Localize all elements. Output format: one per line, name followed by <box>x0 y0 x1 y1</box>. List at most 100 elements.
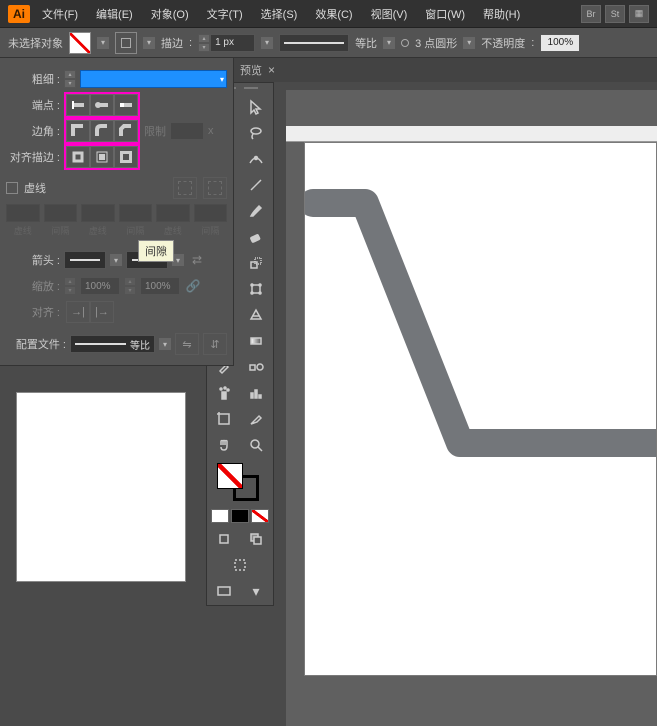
tool-scale[interactable] <box>241 251 271 275</box>
tool-blend[interactable] <box>241 355 271 379</box>
scale-label: 等比 <box>355 35 377 51</box>
fill-swatch[interactable] <box>69 32 91 54</box>
tool-perspective[interactable] <box>241 303 271 327</box>
menu-object[interactable]: 对象(O) <box>145 4 195 24</box>
arrange-docs-icon[interactable]: ▦ <box>629 5 649 23</box>
screen-mode-dd[interactable]: ▾ <box>241 579 271 603</box>
round-dd[interactable]: ▾ <box>463 37 475 49</box>
swap-arrows-icon[interactable]: ⇄ <box>188 251 206 269</box>
ruler-top <box>286 126 657 142</box>
profile-dd[interactable]: ▾ <box>159 338 171 350</box>
stroke-dropdown[interactable]: ▾ <box>143 37 155 49</box>
menu-type[interactable]: 文字(T) <box>201 4 249 24</box>
tool-gradient[interactable] <box>241 329 271 353</box>
weight-up[interactable]: ▴ <box>64 70 76 79</box>
link-scale-icon: 🔗 <box>184 277 202 295</box>
align-inside-icon[interactable] <box>90 146 114 168</box>
arrow-align-tip-icon: →| <box>66 301 90 323</box>
round-dot-icon <box>401 39 409 47</box>
tool-line[interactable] <box>241 173 271 197</box>
draw-inside-icon[interactable] <box>225 553 255 577</box>
dash-checkbox[interactable] <box>6 182 18 194</box>
weight-down[interactable]: ▾ <box>64 79 76 88</box>
menu-edit[interactable]: 编辑(E) <box>90 4 139 24</box>
tool-hand[interactable] <box>209 433 239 457</box>
arrow-align-end-icon: |→ <box>90 301 114 323</box>
arrow-scale-b: 100% <box>140 277 180 295</box>
flip-horiz-icon: ⇋ <box>175 333 199 355</box>
cap-round-icon[interactable] <box>90 94 114 116</box>
controlbar: 未选择对象 ▾ ▾ 描边: ▴▾ 1 px ▾ 等比 ▾ 3 点圆形 ▾ 不透明… <box>0 28 657 58</box>
selection-status: 未选择对象 <box>8 35 63 51</box>
weight-label: 粗细 : <box>6 71 60 87</box>
miter-limit-field <box>170 122 204 140</box>
arrow-start[interactable] <box>64 251 106 269</box>
document-tab[interactable]: 预览 × <box>234 58 657 82</box>
corner-bevel-icon[interactable] <box>114 120 138 142</box>
left-artboard-fragment <box>16 392 186 582</box>
miter-limit-label: 限制 <box>144 123 166 139</box>
scale-dd[interactable]: ▾ <box>383 37 395 49</box>
corner-group-highlighted <box>64 118 140 144</box>
tool-column-graph[interactable] <box>241 381 271 405</box>
cap-group-highlighted <box>64 92 140 118</box>
tool-lasso[interactable] <box>241 121 271 145</box>
tool-paintbrush[interactable] <box>241 199 271 223</box>
menu-window[interactable]: 窗口(W) <box>419 4 471 24</box>
tool-direct-selection[interactable] <box>241 95 271 119</box>
menu-file[interactable]: 文件(F) <box>36 4 84 24</box>
draw-normal-icon[interactable] <box>209 527 239 551</box>
corner-label: 边角 : <box>6 123 60 139</box>
opacity-value[interactable]: 100% <box>540 34 580 52</box>
tool-eraser[interactable] <box>241 225 271 249</box>
fill-dropdown[interactable]: ▾ <box>97 37 109 49</box>
fill-color-icon[interactable] <box>217 463 243 489</box>
stock-icon[interactable]: St <box>605 5 625 23</box>
cap-projecting-icon[interactable] <box>114 94 138 116</box>
stroke-weight-stepper[interactable]: ▴▾ 1 px <box>198 34 255 52</box>
brush-preview[interactable] <box>279 34 349 52</box>
screen-mode-icon[interactable] <box>209 579 239 603</box>
stroke-weight-dd[interactable]: ▾ <box>261 37 273 49</box>
tool-zoom[interactable] <box>241 433 271 457</box>
ai-logo: Ai <box>8 5 30 23</box>
cap-label: 端点 : <box>6 97 60 113</box>
color-mode-icon[interactable] <box>211 509 229 523</box>
tool-symbol-sprayer[interactable] <box>209 381 239 405</box>
artboard[interactable] <box>304 142 657 676</box>
round-label: 3 点圆形 <box>415 35 457 51</box>
menu-select[interactable]: 选择(S) <box>255 4 304 24</box>
tab-title: 预览 <box>240 62 262 78</box>
menu-view[interactable]: 视图(V) <box>365 4 414 24</box>
tool-slice[interactable] <box>241 407 271 431</box>
profile-field[interactable]: 等比 <box>70 335 155 353</box>
arrow-start-dd[interactable]: ▾ <box>110 254 122 266</box>
dash-align-corners-icon <box>203 177 227 199</box>
fill-stroke-control[interactable] <box>209 459 271 505</box>
gradient-mode-icon[interactable] <box>231 509 249 523</box>
dash-fields: 虚线 间隔 虚线 间隔 虚线 间隔 <box>6 204 227 237</box>
cap-butt-icon[interactable] <box>66 94 90 116</box>
corner-round-icon[interactable] <box>90 120 114 142</box>
align-stroke-label: 对齐描边 : <box>6 149 60 165</box>
align-center-icon[interactable] <box>66 146 90 168</box>
profile-label: 配置文件 : <box>6 336 66 352</box>
draw-behind-icon[interactable] <box>241 527 271 551</box>
stroke-swatch[interactable] <box>115 32 137 54</box>
align-outside-icon[interactable] <box>114 146 138 168</box>
tool-artboard[interactable] <box>209 407 239 431</box>
tab-close-icon[interactable]: × <box>268 63 275 77</box>
align-group-highlighted <box>64 144 140 170</box>
tool-curvature[interactable] <box>241 147 271 171</box>
opacity-label: 不透明度 <box>481 35 525 51</box>
stroke-weight-value[interactable]: 1 px <box>210 34 255 52</box>
bridge-icon[interactable]: Br <box>581 5 601 23</box>
corner-miter-icon[interactable] <box>66 120 90 142</box>
menu-help[interactable]: 帮助(H) <box>477 4 526 24</box>
menu-effect[interactable]: 效果(C) <box>309 4 358 24</box>
tool-free-transform[interactable] <box>241 277 271 301</box>
weight-field[interactable] <box>80 70 227 88</box>
none-mode-icon[interactable] <box>251 509 269 523</box>
tooltip-gap: 间隙 <box>138 240 174 262</box>
stroke-label: 描边 <box>161 35 183 51</box>
